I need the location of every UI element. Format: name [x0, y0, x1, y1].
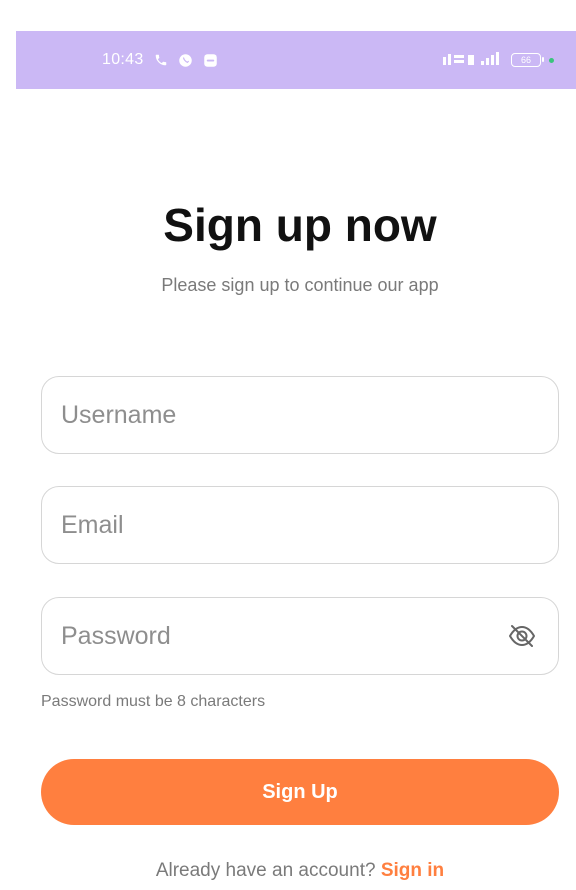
- password-hint: Password must be 8 characters: [41, 693, 266, 710]
- eye-off-icon[interactable]: [503, 616, 540, 656]
- password-field[interactable]: [41, 597, 559, 675]
- page-subtitle: Please sign up to continue our app: [161, 275, 439, 295]
- signin-prompt-text: Already have an account?: [155, 860, 381, 881]
- sign-up-button[interactable]: Sign Up: [41, 759, 559, 825]
- whatsapp-icon: [178, 53, 193, 68]
- phone-icon: [154, 53, 168, 67]
- status-bar: 10:43 66: [16, 31, 576, 89]
- page-title: Sign up now: [163, 199, 437, 251]
- battery-icon: 66: [511, 53, 544, 67]
- sign-in-link[interactable]: Sign in: [381, 860, 444, 881]
- password-input[interactable]: [61, 621, 504, 651]
- network-icon: [443, 51, 503, 69]
- signup-screen: 10:43 66 Sign up now Please sign up to c…: [0, 0, 576, 890]
- battery-level: 66: [520, 55, 531, 65]
- status-time: 10:43: [102, 51, 144, 68]
- username-field[interactable]: [41, 376, 559, 454]
- email-field[interactable]: [41, 486, 559, 564]
- username-input[interactable]: [61, 400, 540, 430]
- email-input[interactable]: [61, 510, 540, 540]
- message-icon: [203, 53, 218, 68]
- status-bar-left: 10:43: [102, 51, 218, 69]
- status-bar-right: 66: [443, 51, 554, 69]
- signin-prompt: Already have an account? Sign in: [0, 860, 576, 882]
- privacy-indicator-icon: [549, 57, 554, 63]
